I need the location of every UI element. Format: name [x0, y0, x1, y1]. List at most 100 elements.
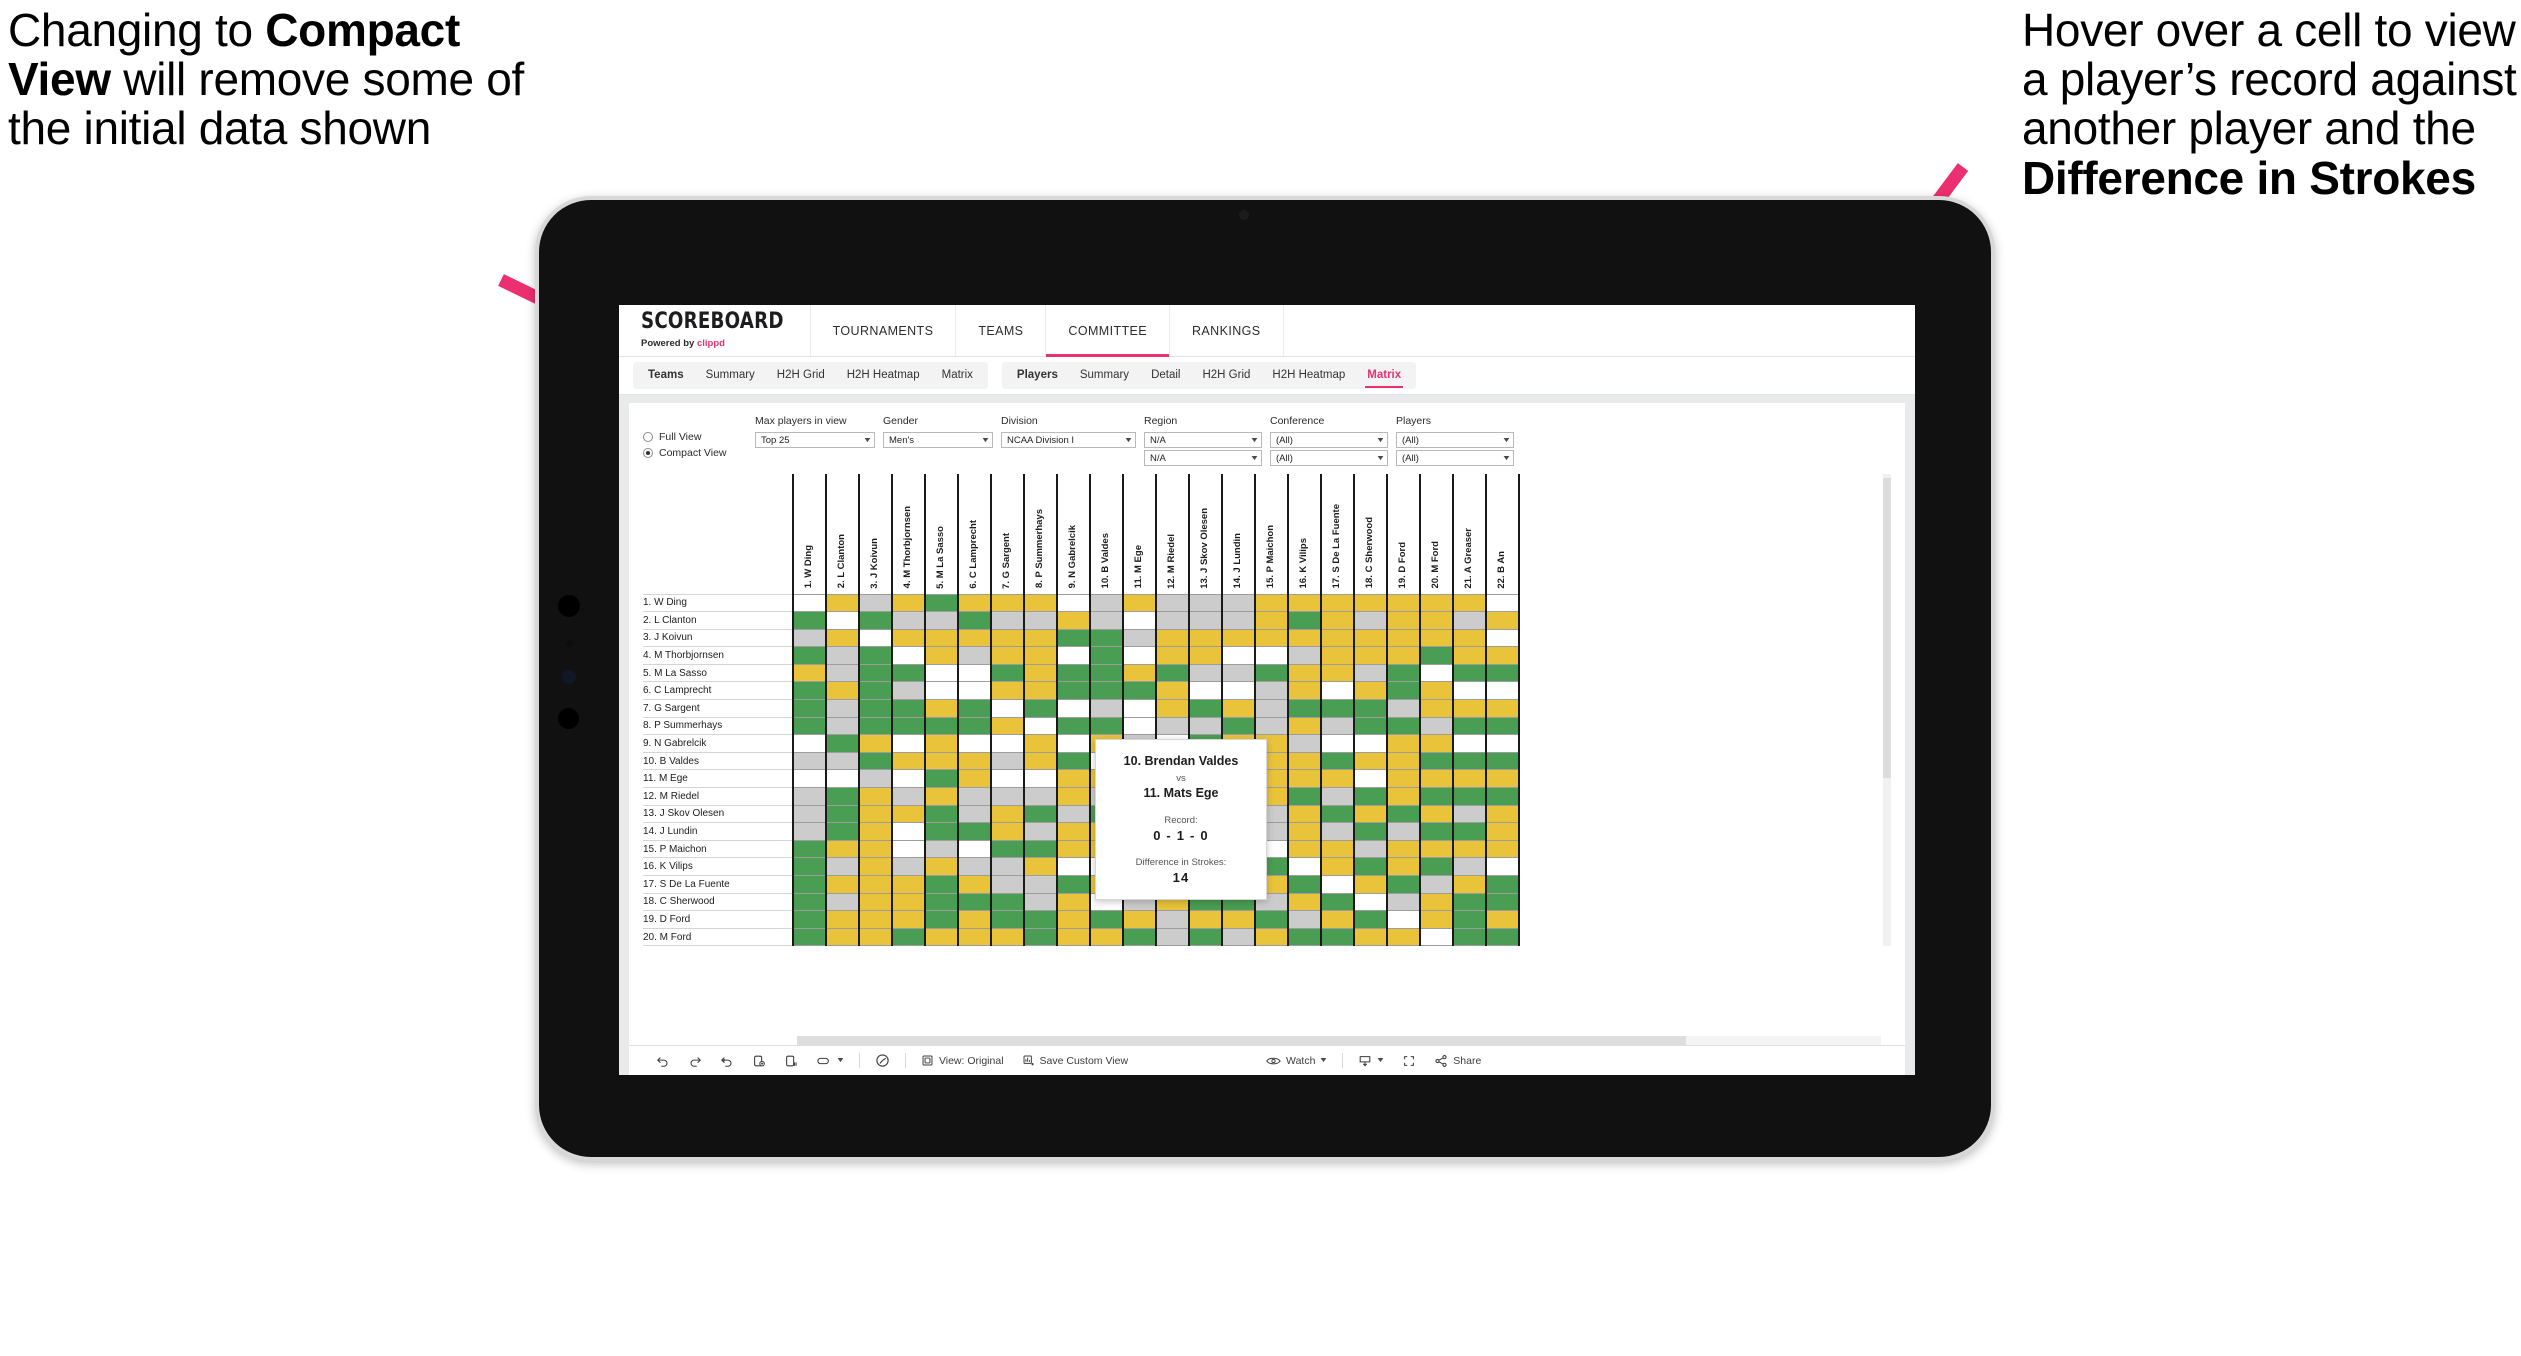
matrix-cell[interactable] [1254, 716, 1289, 736]
matrix-cell[interactable] [825, 734, 860, 753]
matrix-cell[interactable] [891, 822, 926, 841]
matrix-cell[interactable] [1056, 839, 1091, 859]
matrix-cell[interactable] [1320, 892, 1355, 912]
matrix-cell[interactable] [825, 875, 860, 894]
matrix-cell[interactable] [1023, 787, 1058, 806]
matrix-cell[interactable] [1353, 892, 1388, 912]
matrix-cell[interactable] [1056, 734, 1091, 753]
matrix-cell[interactable] [1122, 910, 1157, 929]
matrix-cell[interactable] [825, 927, 860, 947]
matrix-cell[interactable] [1320, 611, 1355, 630]
nav-tournaments[interactable]: TOURNAMENTS [811, 305, 957, 356]
matrix-cell[interactable] [1419, 769, 1454, 789]
matrix-cell[interactable] [891, 611, 926, 630]
matrix-cell[interactable] [924, 681, 959, 701]
matrix-cell[interactable] [1320, 910, 1355, 929]
matrix-cell[interactable] [891, 628, 926, 648]
matrix-cell[interactable] [1188, 663, 1223, 683]
matrix-cell[interactable] [891, 734, 926, 753]
matrix-cell[interactable] [1023, 699, 1058, 718]
filter-conference-select-2[interactable]: (All) ▼ [1270, 450, 1388, 466]
matrix-cell[interactable] [1155, 927, 1190, 947]
matrix-cell[interactable] [1353, 927, 1388, 947]
matrix-cell[interactable] [1452, 734, 1487, 753]
show-hide-cards-button[interactable] [866, 1053, 899, 1068]
matrix-cell[interactable] [990, 751, 1025, 771]
matrix-cell[interactable] [1155, 699, 1190, 718]
matrix-cell[interactable] [990, 927, 1025, 947]
matrix-cell[interactable] [825, 663, 860, 683]
matrix-cell[interactable] [1452, 787, 1487, 806]
filter-players-select-2[interactable]: (All) ▼ [1396, 450, 1514, 466]
matrix-cell[interactable] [1023, 769, 1058, 789]
matrix-cell[interactable] [1452, 681, 1487, 701]
matrix-cell[interactable] [1353, 839, 1388, 859]
matrix-cell[interactable] [1188, 716, 1223, 736]
matrix-cell[interactable] [1386, 875, 1421, 894]
download-button[interactable]: ▼ [1349, 1054, 1393, 1068]
matrix-cell[interactable] [1023, 716, 1058, 736]
matrix-cell[interactable] [924, 769, 959, 789]
matrix-cell[interactable] [1056, 927, 1091, 947]
matrix-cell[interactable] [1419, 646, 1454, 665]
matrix-cell[interactable] [924, 699, 959, 718]
matrix-cell[interactable] [1485, 892, 1520, 912]
matrix-cell[interactable] [990, 734, 1025, 753]
filter-region-select-1[interactable]: N/A ▼ [1144, 432, 1262, 448]
matrix-cell[interactable] [891, 857, 926, 876]
matrix-cell[interactable] [1023, 681, 1058, 701]
matrix-cell[interactable] [792, 875, 827, 894]
matrix-cell[interactable] [858, 927, 893, 947]
matrix-cell[interactable] [1287, 734, 1322, 753]
matrix-cell[interactable] [990, 646, 1025, 665]
matrix-cell[interactable] [1452, 663, 1487, 683]
matrix-cell[interactable] [924, 751, 959, 771]
matrix-cell[interactable] [1254, 663, 1289, 683]
matrix-cell[interactable] [1485, 875, 1520, 894]
matrix-cell[interactable] [1452, 716, 1487, 736]
subnav-teams-matrix[interactable]: Matrix [931, 362, 984, 389]
matrix-cell[interactable] [1386, 611, 1421, 630]
matrix-cell[interactable] [990, 839, 1025, 859]
matrix-cell[interactable] [1155, 663, 1190, 683]
matrix-cell[interactable] [1386, 857, 1421, 876]
matrix-cell[interactable] [1386, 839, 1421, 859]
matrix-cell[interactable] [1353, 751, 1388, 771]
matrix-cell[interactable] [1419, 892, 1454, 912]
fullscreen-button[interactable] [1393, 1054, 1425, 1068]
matrix-cell[interactable] [1485, 593, 1520, 613]
matrix-cell[interactable] [1353, 822, 1388, 841]
matrix-cell[interactable] [1221, 927, 1256, 947]
matrix-cell[interactable] [1155, 681, 1190, 701]
matrix-cell[interactable] [957, 593, 992, 613]
matrix-cell[interactable] [1089, 593, 1124, 613]
matrix-cell[interactable] [1452, 769, 1487, 789]
matrix-cell[interactable] [1188, 699, 1223, 718]
matrix-cell[interactable] [1419, 787, 1454, 806]
matrix-cell[interactable] [858, 611, 893, 630]
matrix-cell[interactable] [792, 839, 827, 859]
matrix-cell[interactable] [924, 734, 959, 753]
matrix-cell[interactable] [1485, 769, 1520, 789]
matrix-cell[interactable] [957, 646, 992, 665]
matrix-cell[interactable] [1287, 663, 1322, 683]
matrix-cell[interactable] [891, 646, 926, 665]
filter-conference-select-1[interactable]: (All) ▼ [1270, 432, 1388, 448]
matrix-cell[interactable] [1452, 839, 1487, 859]
matrix-cell[interactable] [1419, 839, 1454, 859]
matrix-cell[interactable] [858, 663, 893, 683]
matrix-cell[interactable] [924, 628, 959, 648]
highlight-button[interactable]: ▼ [807, 1054, 853, 1068]
matrix-cell[interactable] [1254, 593, 1289, 613]
matrix-cell[interactable] [1353, 804, 1388, 824]
matrix-cell[interactable] [1089, 699, 1124, 718]
matrix-scroll-area[interactable]: 1. W Ding 2. L Clanton 3. J Koivun 4. M Tho… [629, 474, 1905, 1034]
watch-button[interactable]: Watch ▼ [1257, 1055, 1336, 1067]
matrix-cell[interactable] [1419, 804, 1454, 824]
matrix-cell[interactable] [924, 716, 959, 736]
matrix-cell[interactable] [924, 804, 959, 824]
matrix-cell[interactable] [1089, 628, 1124, 648]
matrix-cell[interactable] [1485, 857, 1520, 876]
nav-rankings[interactable]: RANKINGS [1170, 305, 1284, 356]
matrix-cell[interactable] [891, 875, 926, 894]
